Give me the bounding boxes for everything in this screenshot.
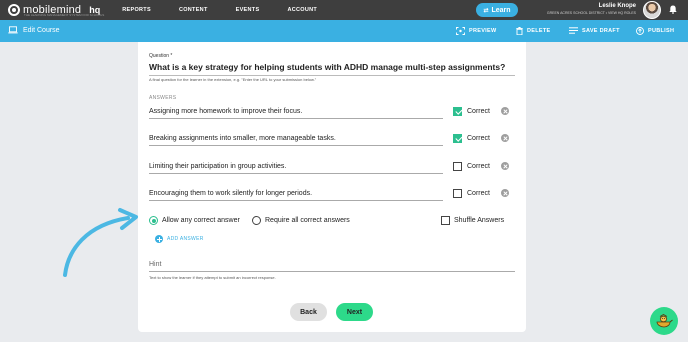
publish-label: PUBLISH [648, 28, 675, 34]
logo-tagline: THE LEARNING MANAGEMENT SYSTEM FOR SCHOO… [24, 13, 105, 17]
main-nav: REPORTS CONTENT EVENTS ACCOUNT [122, 7, 345, 13]
save-draft-icon [569, 27, 578, 34]
answer-row: Encouraging them to work silently for lo… [149, 188, 515, 204]
shuffle-icon: ⇄ [483, 7, 489, 14]
remove-answer-icon[interactable] [501, 162, 509, 170]
mobilemind-logo-icon [8, 4, 20, 16]
answer-row: Breaking assignments into smaller, more … [149, 133, 515, 149]
answer-input[interactable]: Limiting their participation in group ac… [149, 163, 443, 174]
hint-input[interactable]: Hint [149, 261, 515, 272]
require-all-label: Require all correct answers [265, 217, 350, 224]
learn-label: Learn [491, 6, 511, 14]
add-answer-label: ADD ANSWER [167, 236, 204, 242]
add-answer-button[interactable]: ADD ANSWER [155, 235, 204, 243]
correct-label: Correct [467, 190, 490, 197]
answers-heading: ANSWERS [149, 95, 177, 101]
genie-lamp-icon [656, 313, 673, 328]
remove-answer-icon[interactable] [501, 134, 509, 142]
avatar[interactable] [643, 1, 661, 19]
back-button[interactable]: Back [290, 303, 327, 321]
remove-answer-icon[interactable] [501, 189, 509, 197]
require-all-radio[interactable] [252, 216, 261, 225]
allow-any-label: Allow any correct answer [162, 217, 240, 224]
correct-checkbox[interactable] [453, 162, 462, 171]
laptop-icon [8, 26, 18, 34]
nav-events[interactable]: EVENTS [236, 7, 260, 13]
plus-icon [155, 235, 163, 243]
publish-icon [636, 27, 644, 35]
user-org[interactable]: GREEN ACRES SCHOOL DISTRICT • VIEW HQ RO… [547, 11, 636, 15]
delete-button[interactable]: DELETE [516, 27, 551, 35]
answer-row: Assigning more homework to improve their… [149, 106, 515, 122]
question-label: Question * [149, 53, 173, 59]
shuffle-answers-checkbox[interactable] [441, 216, 450, 225]
nav-content[interactable]: CONTENT [179, 7, 208, 13]
preview-button[interactable]: PREVIEW [456, 27, 496, 35]
answer-row: Limiting their participation in group ac… [149, 161, 515, 177]
delete-label: DELETE [527, 28, 551, 34]
question-input[interactable]: What is a key strategy for helping stude… [149, 62, 515, 76]
remove-answer-icon[interactable] [501, 107, 509, 115]
preview-icon [456, 27, 465, 35]
helper-chat-button[interactable] [650, 307, 678, 335]
learn-button[interactable]: ⇄ Learn [476, 3, 518, 17]
pointer-arrow-icon [63, 208, 138, 277]
correct-label: Correct [467, 163, 490, 170]
answer-input[interactable]: Breaking assignments into smaller, more … [149, 135, 443, 146]
correct-label: Correct [467, 135, 490, 142]
correct-checkbox[interactable] [453, 107, 462, 116]
top-nav-bar: mobilemind hq THE LEARNING MANAGEMENT SY… [0, 0, 688, 20]
nav-reports[interactable]: REPORTS [122, 7, 151, 13]
preview-label: PREVIEW [469, 28, 497, 34]
correct-label: Correct [467, 108, 490, 115]
next-button[interactable]: Next [336, 303, 373, 321]
edit-course-title: Edit Course [8, 26, 60, 34]
question-help-text: A final question for the learner in the … [149, 77, 317, 82]
question-card: Question * What is a key strategy for he… [138, 42, 526, 332]
answer-options: Allow any correct answer Require all cor… [149, 216, 515, 228]
trash-icon [516, 27, 523, 35]
course-action-bar: Edit Course PREVIEW DELETE SAVE DRAFT PU… [0, 20, 688, 42]
nav-account[interactable]: ACCOUNT [287, 7, 317, 13]
publish-button[interactable]: PUBLISH [636, 27, 674, 35]
correct-checkbox[interactable] [453, 134, 462, 143]
correct-checkbox[interactable] [453, 189, 462, 198]
shuffle-answers-label: Shuffle Answers [454, 217, 505, 224]
bell-icon[interactable] [669, 5, 677, 14]
save-draft-label: SAVE DRAFT [582, 27, 620, 34]
save-draft-button[interactable]: SAVE DRAFT [569, 27, 620, 34]
page-title: Edit Course [23, 26, 60, 34]
answer-input[interactable]: Encouraging them to work silently for lo… [149, 190, 443, 201]
allow-any-radio[interactable] [149, 216, 158, 225]
user-name: Leslie Knope [598, 3, 636, 9]
answer-input[interactable]: Assigning more homework to improve their… [149, 108, 443, 119]
hint-help-text: Text to show the learner if they attempt… [149, 275, 276, 280]
